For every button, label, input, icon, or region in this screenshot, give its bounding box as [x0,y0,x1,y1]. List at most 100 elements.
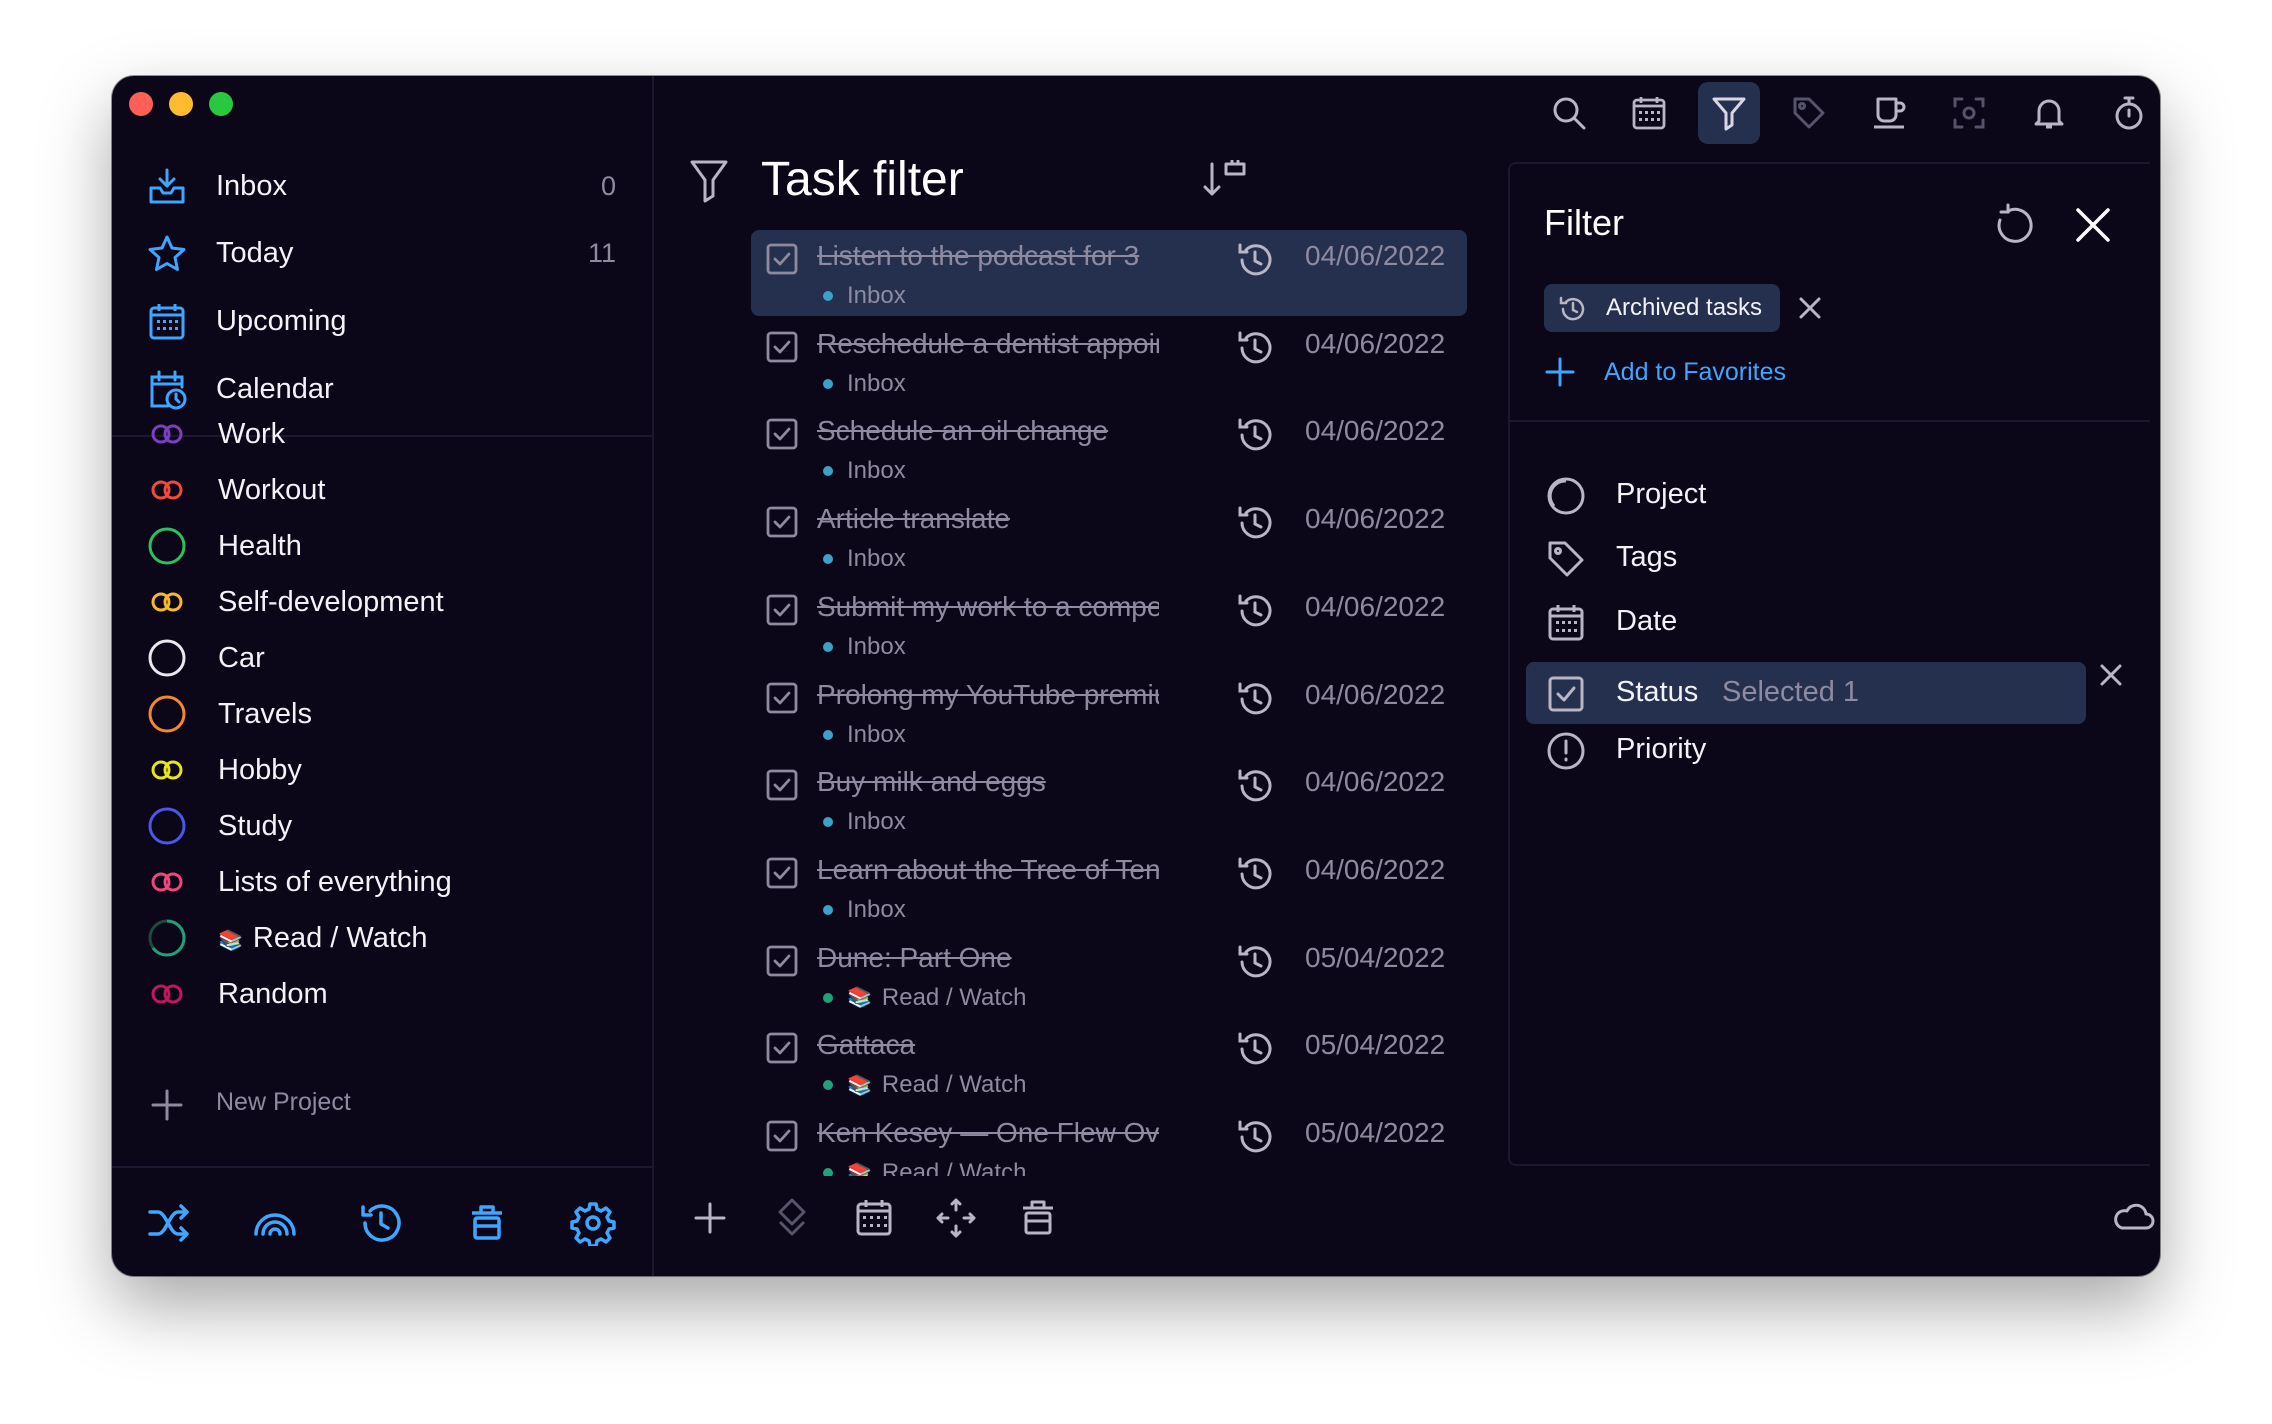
task-row[interactable]: Gattaca 📚 Read / Watch 05/04/2022 [751,1019,1467,1105]
focus-view-button[interactable] [1938,82,2000,144]
plus-icon[interactable] [688,1196,732,1240]
history-icon[interactable] [1235,854,1275,894]
project-item[interactable]: Study [112,798,652,854]
task-row[interactable]: Reschedule a dentist appointment Inbox 04/… [751,318,1467,404]
archived-tasks-chip[interactable]: Archived tasks [1544,284,1781,332]
checkbox-icon[interactable] [765,242,799,276]
shuffle-icon[interactable] [146,1200,192,1246]
history-icon[interactable] [1235,591,1275,631]
trash-icon[interactable] [464,1200,510,1246]
sidebar-item-today[interactable]: Today 11 [112,223,652,283]
checkbox-icon[interactable] [765,856,799,890]
project-dot [823,378,833,389]
task-row[interactable]: Prolong my YouTube premium Inbox 04/06/202… [751,669,1467,755]
calendar-grid-icon [149,304,185,340]
filter-item-label: Priority [1616,733,1707,765]
sidebar-item-upcoming[interactable]: Upcoming [112,291,652,351]
sidebar-item-label: Upcoming [216,304,347,337]
history-icon[interactable] [1235,328,1275,368]
project-label-text: Read / Watch [252,921,428,954]
task-row[interactable]: Submit my work to a competition Inbox 04/0… [751,581,1467,667]
filter-item-date[interactable]: Date [1526,591,2086,653]
checkbox-icon[interactable] [765,768,799,802]
project-item[interactable]: Travels [112,686,652,742]
project-item[interactable]: 📚 Read / Watch [112,910,652,966]
filter-item-priority[interactable]: Priority [1526,719,2086,781]
checkbox-icon[interactable] [765,944,799,978]
history-icon[interactable] [1235,942,1275,982]
project-item[interactable]: Health [112,518,652,574]
task-project-label: Inbox [847,632,906,660]
add-to-favorites-button[interactable]: Add to Favorites [1544,348,1786,396]
rainbow-icon[interactable] [252,1200,298,1246]
checkbox-icon[interactable] [765,593,799,627]
notifications-button[interactable] [2018,82,2080,144]
remove-chip-icon[interactable] [1796,294,1824,322]
project-circle-icon [148,807,186,845]
priority-diamond-icon[interactable] [770,1196,814,1240]
page-title: Task filter [761,153,964,206]
task-date: 04/06/2022 [1305,678,1446,710]
habits-view-button[interactable] [1858,82,1920,144]
history-icon[interactable] [1235,415,1275,455]
calendar-grid-icon[interactable] [852,1196,896,1240]
app-window: Inbox 0 Today 11 Upcoming Calendar Work W… [112,76,2160,1276]
task-project-label: Inbox [847,545,906,573]
cloud-sync-icon[interactable] [2110,1196,2156,1240]
project-dot [823,817,833,828]
filter-item-status[interactable]: Status Selected 1 [1526,662,2086,724]
task-row[interactable]: Buy milk and eggs Inbox 04/06/2022 [751,756,1467,842]
sidebar-item-label: Calendar [216,372,334,405]
checkbox-icon[interactable] [765,1119,799,1153]
project-item[interactable]: Hobby [112,742,652,798]
project-dot [823,729,833,740]
search-button[interactable] [1538,82,1600,144]
task-row[interactable]: Learn about the Tree of Tenere Inbox 04/06… [751,844,1467,930]
close-icon[interactable] [2070,202,2116,248]
task-row[interactable]: Schedule an oil change Inbox 04/06/2022 [751,405,1467,491]
calendar-view-button[interactable] [1618,82,1680,144]
checkbox-icon[interactable] [765,681,799,715]
project-item[interactable]: Workout [112,462,652,518]
sort-icon[interactable] [1202,160,1248,200]
history-icon[interactable] [358,1200,404,1246]
project-item[interactable]: Self-development [112,574,652,630]
reset-icon[interactable] [1990,202,2038,250]
history-icon[interactable] [1235,503,1275,543]
history-icon[interactable] [1235,240,1275,280]
timer-button[interactable] [2098,82,2160,144]
clear-status-icon[interactable] [2096,660,2126,690]
project-item[interactable]: Random [112,966,652,1022]
project-item[interactable]: Lists of everything [112,854,652,910]
task-row[interactable]: Dune: Part One 📚 Read / Watch 05/04/2022 [751,932,1467,1018]
project-circle-icon [1547,477,1585,515]
task-row[interactable]: Article translate Inbox 04/06/2022 [751,493,1467,579]
checkbox-icon[interactable] [765,505,799,539]
sidebar-item-inbox[interactable]: Inbox 0 [112,156,652,216]
filter-view-button[interactable] [1698,82,1760,144]
checkbox-icon[interactable] [765,417,799,451]
priority-exclamation-icon [1547,732,1585,770]
inbox-icon [149,168,185,204]
tags-view-button[interactable] [1778,82,1840,144]
new-project-button[interactable]: New Project [112,1076,652,1132]
gear-icon[interactable] [570,1200,616,1246]
project-item[interactable]: Work [112,406,652,462]
history-icon[interactable] [1235,1029,1275,1069]
project-circle-icon [148,639,186,677]
filter-item-project[interactable]: Project [1526,464,2086,526]
project-item[interactable]: Car [112,630,652,686]
stopwatch-icon [2115,96,2143,130]
trash-icon[interactable] [1016,1196,1060,1240]
history-icon[interactable] [1235,1117,1275,1157]
checkbox-icon[interactable] [765,330,799,364]
filter-item-value: Selected 1 [1722,676,1860,708]
checkbox-icon[interactable] [765,1031,799,1065]
task-row[interactable]: Listen to the podcast for 3 Inbox 04/06/20… [751,230,1467,316]
filter-item-tags[interactable]: Tags [1526,527,2086,589]
checkbox-icon [1548,676,1584,712]
task-project: 📚 Read / Watch [817,1071,1026,1099]
history-icon[interactable] [1235,766,1275,806]
history-icon[interactable] [1235,679,1275,719]
move-arrows-icon[interactable] [934,1196,978,1240]
